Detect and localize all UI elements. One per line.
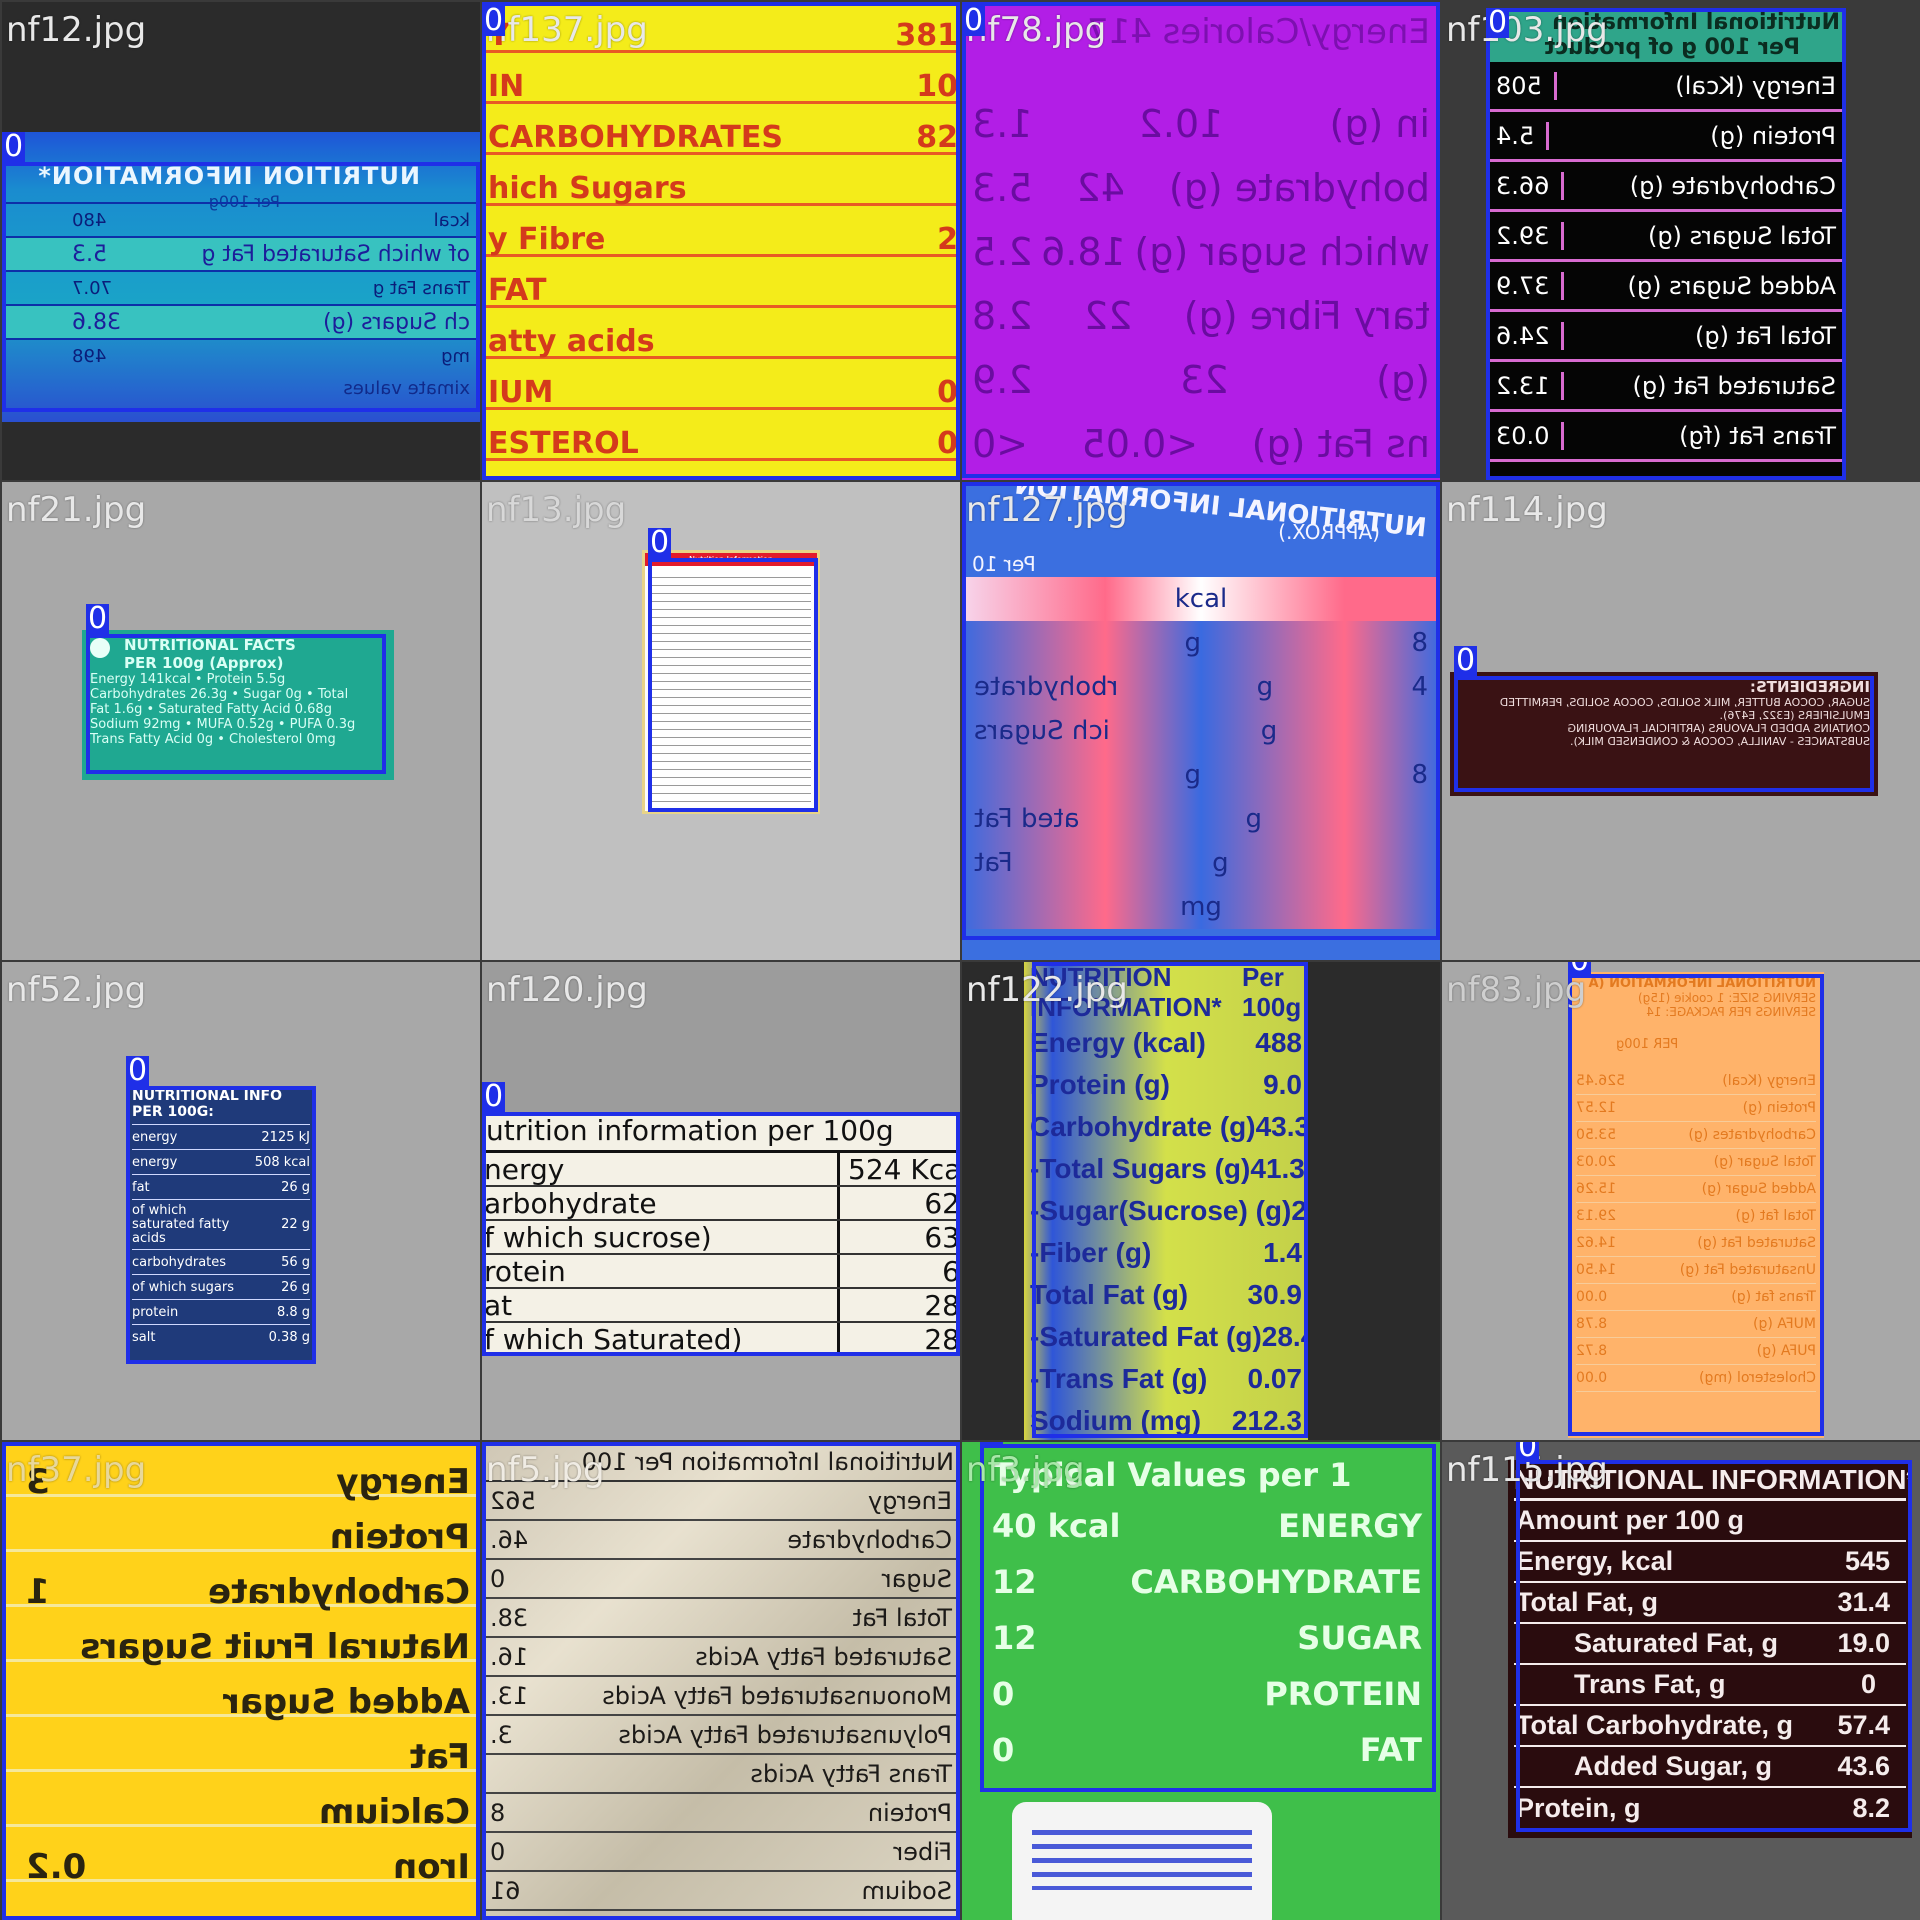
tile-nf78: Energy/Calories 417 in (g) 10.2 1.3 bohydr… [962,2,1440,480]
tile-nf3: Typical Values per 1 40 kcal ENERGY 12 CAR… [962,1442,1440,1920]
tile-nf127: NUTRITIONAL INFORMATION (APPROX.) Per 10… [962,482,1440,960]
tile-nf5: Nutritional Information Per 100 Energy 56… [482,1442,960,1920]
file-name: nf103.jpg [1446,10,1608,50]
detection-box [2,1442,480,1920]
tile-nf12: NUTRITION INFORMATION* Per 100g kcal 480 … [2,2,480,480]
detection-box [482,1112,960,1356]
barcode-graphic [1012,1802,1272,1920]
file-name: nf127.jpg [966,490,1128,530]
file-name: nf52.jpg [6,970,147,1010]
detection-box [980,1444,1436,1792]
detection-box [1568,974,1824,1436]
detection-box [648,558,818,812]
class-label: 0 [1486,5,1510,40]
class-label: 0 [980,1442,1004,1444]
tile-nf122: NUTRITION INFORMATION* Per 100g Energy (… [962,962,1440,1440]
file-name: nf13.jpg [486,490,627,530]
class-label: 0 [1568,962,1592,976]
class-label: 0 [126,1053,150,1088]
detection-box [962,482,1440,940]
file-name: nf78.jpg [966,10,1107,50]
detection-box [962,2,1440,478]
class-label: 0 [2,129,26,164]
tile-nf114: INGREDIENTS: SUGAR, COCOA BUTTER, MILK S… [1442,482,1920,960]
tile-nf13: Nutrition Information 0 nf13.jpg [482,482,960,960]
tile-nf137: Y381 IN10 CARBOHYDRATES82 hich Sugars y … [482,2,960,480]
class-label: 0 [962,3,986,38]
detection-box [482,1442,960,1920]
detection-box [1454,676,1874,792]
detection-box [86,634,386,774]
file-name: nf3.jpg [966,1450,1085,1490]
tile-nf37: Energy 3 Protein Carbohydrate 1 Natural Fr… [2,1442,480,1920]
mosaic-grid: NUTRITION INFORMATION* Per 100g kcal 480 … [0,0,1920,1920]
class-label: 0 [1454,643,1478,678]
class-label: 0 [482,3,506,38]
file-name: nf83.jpg [1446,970,1587,1010]
file-name: nf37.jpg [6,1450,147,1490]
class-label: 0 [648,525,672,560]
class-label: 0 [482,1079,506,1114]
detection-box [1486,8,1846,480]
file-name: nf137.jpg [486,10,648,50]
class-label: 0 [86,601,110,636]
detection-box [482,2,960,480]
file-name: nf114.jpg [1446,490,1608,530]
tile-nf103: Nutritional Information Per 100 g of pro… [1442,2,1920,480]
file-name: nf5.jpg [486,1450,605,1490]
tile-nf83: NUTRITIONAL INFORMATION (A SERVING SIZE:… [1442,962,1920,1440]
detection-box [1516,1460,1912,1832]
tile-nf120: utrition information per 100g nergy 524 K… [482,962,960,1440]
detection-box [1032,962,1308,1438]
tile-nf115: NUTRITIONAL INFORMATION* Amount per 100 … [1442,1442,1920,1920]
detection-box [126,1086,316,1364]
file-name: nf120.jpg [486,970,648,1010]
file-name: nf12.jpg [6,10,147,50]
file-name: nf122.jpg [966,970,1128,1010]
detection-box [2,162,480,412]
tile-nf52: NUTRITIONAL INFO PER 100G: energy 2125 kJ… [2,962,480,1440]
file-name: nf21.jpg [6,490,147,530]
class-label: 0 [1516,1442,1540,1462]
tile-nf21: NUTRITIONAL FACTS PER 100g (Approx) Ener… [2,482,480,960]
